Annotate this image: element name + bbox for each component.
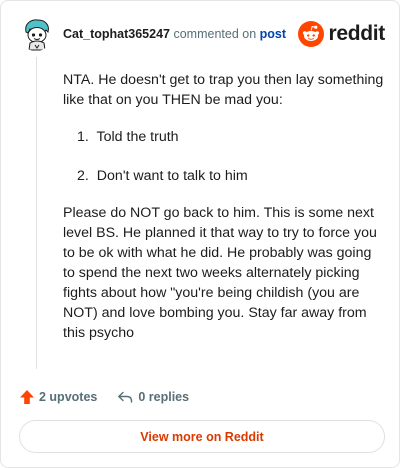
comment-list: 1. Told the truth 2. Don't want to talk … xyxy=(77,127,385,186)
reply-arrow-icon xyxy=(118,391,133,403)
thread-line xyxy=(36,57,37,369)
list-number: 1. xyxy=(77,129,89,145)
comment-meta: Cat_tophat365247 commented on post xyxy=(63,27,286,41)
reddit-wordmark: reddit xyxy=(328,22,385,45)
list-item-text: Don't want to talk to him xyxy=(96,168,248,184)
snoo-avatar-icon xyxy=(25,19,49,51)
list-item: 2. Don't want to talk to him xyxy=(77,166,385,186)
view-more-button[interactable]: View more on Reddit xyxy=(19,420,385,453)
reddit-logo[interactable]: reddit xyxy=(298,21,385,47)
comment-body: NTA. He doesn't get to trap you then lay… xyxy=(63,70,385,343)
upvote-arrow-icon xyxy=(20,390,34,404)
list-item: 1. Told the truth xyxy=(77,127,385,147)
username[interactable]: Cat_tophat365247 xyxy=(63,27,170,41)
reddit-snoo-icon xyxy=(298,21,325,47)
user-avatar[interactable] xyxy=(19,17,53,51)
comment-actions: 2 upvotes 0 replies xyxy=(19,386,189,408)
comment-closing: Please do NOT go back to him. This is so… xyxy=(63,205,377,341)
comment-intro: NTA. He doesn't get to trap you then lay… xyxy=(63,72,384,108)
comment-header: Cat_tophat365247 commented on post reddi… xyxy=(19,17,385,51)
list-item-text: Told the truth xyxy=(96,129,179,145)
comment-embed-card: Cat_tophat365247 commented on post reddi… xyxy=(0,0,400,468)
upvote-count: 2 upvotes xyxy=(39,390,98,404)
list-number: 2. xyxy=(77,168,89,184)
reply-count: 0 replies xyxy=(138,390,190,404)
post-link[interactable]: post xyxy=(260,27,286,41)
upvote-button[interactable]: 2 upvotes xyxy=(19,389,97,405)
replies-button[interactable]: 0 replies xyxy=(117,389,189,405)
commented-on-text: commented on xyxy=(173,27,257,41)
